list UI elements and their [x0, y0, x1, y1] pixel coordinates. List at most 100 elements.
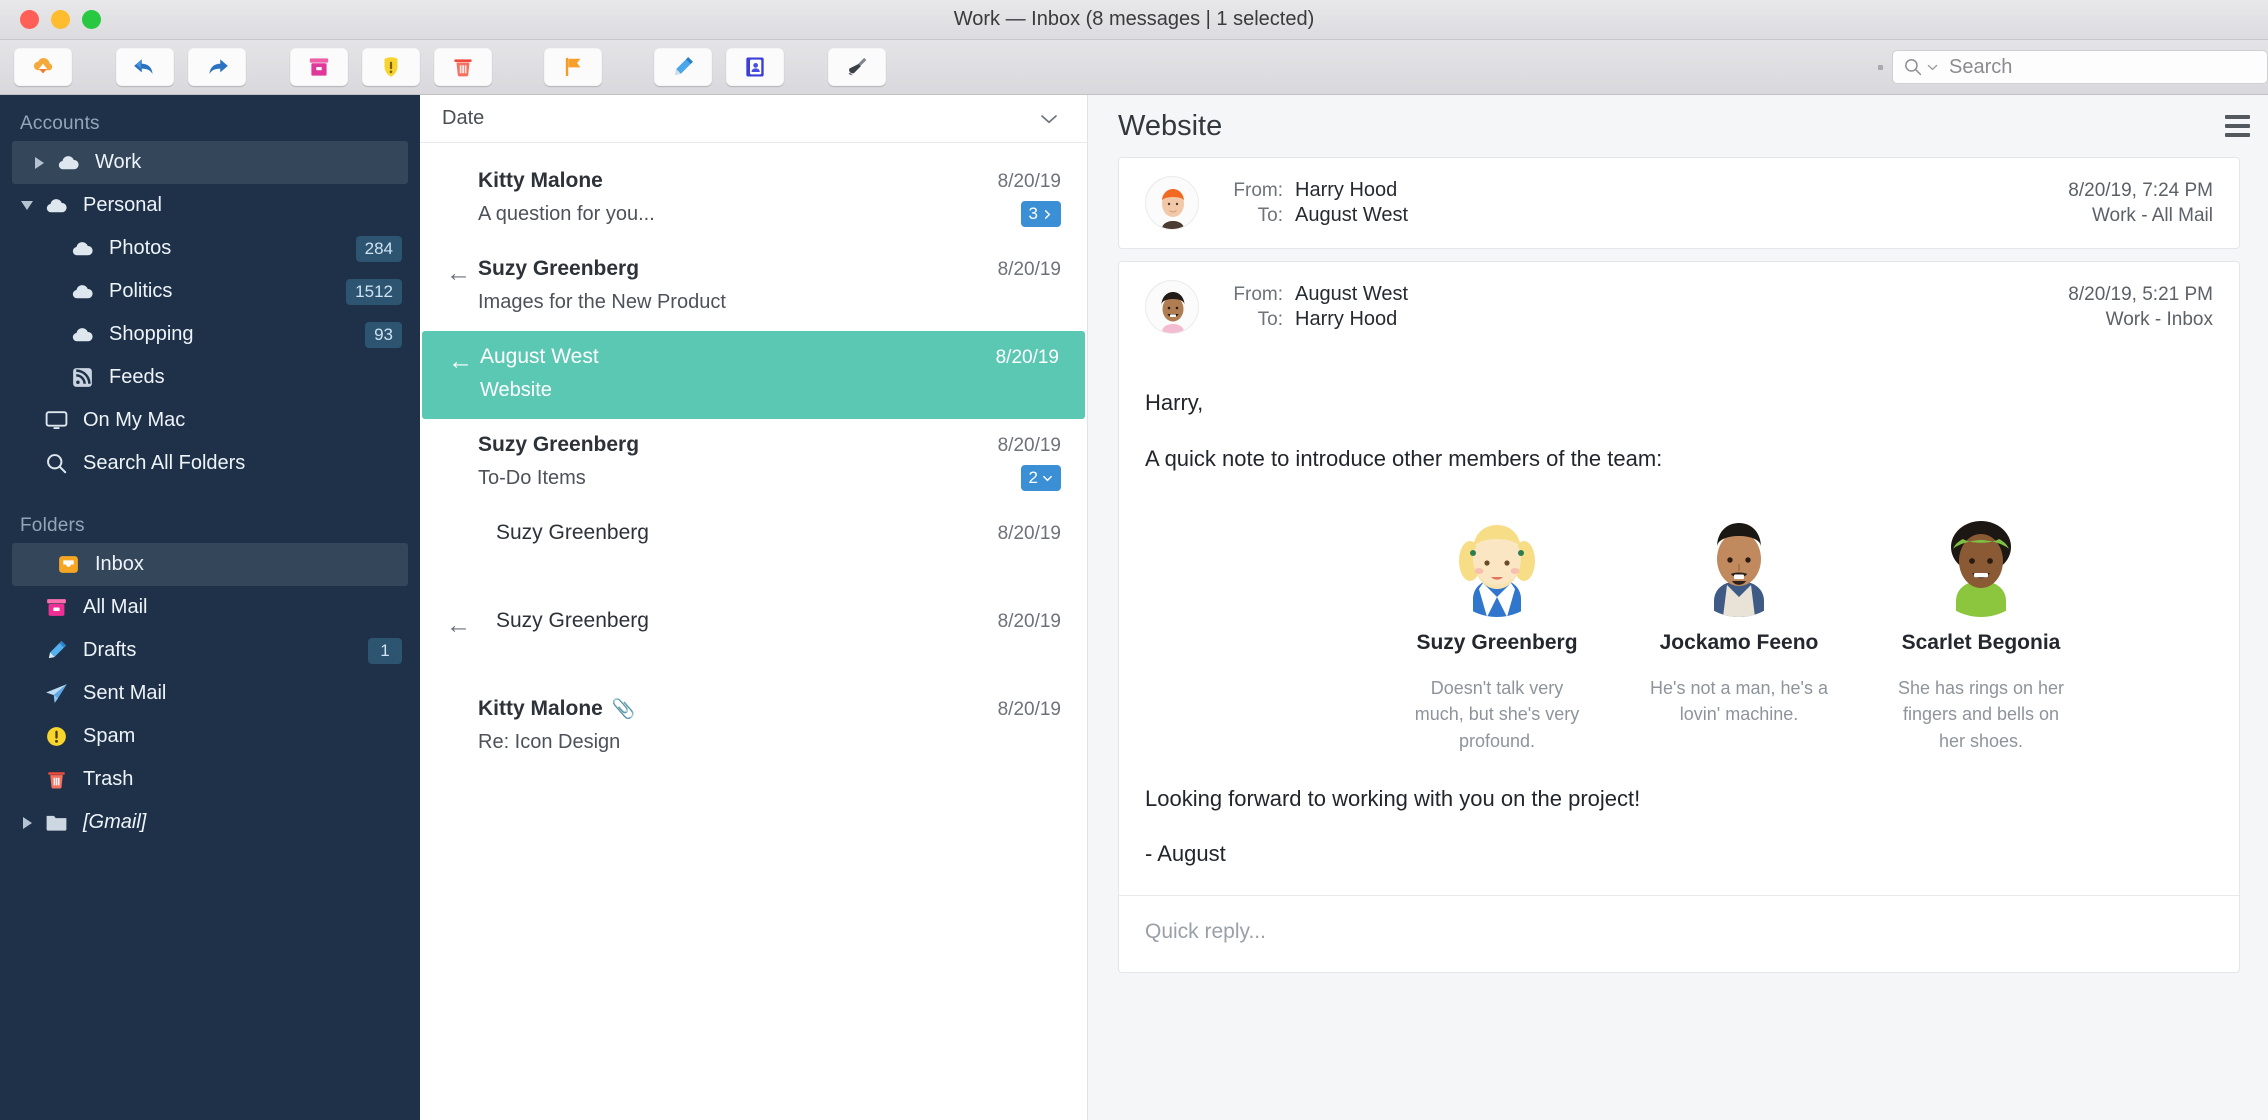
delete-button[interactable]	[434, 48, 492, 86]
chevron-down-icon[interactable]	[1927, 62, 1938, 73]
toolbar-overflow-dot[interactable]	[1878, 64, 1883, 70]
address-book-icon	[746, 57, 764, 77]
twisty[interactable]	[26, 156, 52, 169]
message-list-item[interactable]: Suzy Greenberg 8/20/19 To-Do Items 2	[420, 419, 1087, 507]
message-bottom-row	[496, 553, 1061, 579]
sidebar-item-label: On My Mac	[83, 409, 186, 431]
message-list-item[interactable]: Kitty Malone 8/20/19 A question for you.…	[420, 155, 1087, 243]
message-top-row: Suzy Greenberg 8/20/19	[496, 521, 1061, 545]
message-date: 8/20/19	[997, 171, 1061, 192]
sidebar-item-drafts[interactable]: Drafts 1	[0, 629, 420, 672]
sidebar-item-gmail[interactable]: [Gmail]	[0, 801, 420, 844]
message-mailbox: Work - Inbox	[2105, 308, 2213, 330]
archive-button[interactable]	[290, 48, 348, 86]
compose-button[interactable]	[654, 48, 712, 86]
jockamo-avatar	[1685, 509, 1793, 618]
sidebar-item-label: Feeds	[109, 366, 165, 388]
from-label: From:	[1233, 180, 1283, 201]
sidebar-item-spam[interactable]: Spam	[0, 715, 420, 758]
get-mail-button[interactable]	[14, 48, 72, 86]
cleanup-button[interactable]	[828, 48, 886, 86]
sidebar-item-label: Inbox	[95, 553, 144, 575]
chevron-right-icon[interactable]	[1042, 209, 1053, 220]
from-value[interactable]: Harry Hood	[1295, 179, 1397, 202]
message-list-item[interactable]: ← Suzy Greenberg 8/20/19	[420, 595, 1087, 683]
close-window-button[interactable]	[20, 10, 39, 29]
reply-all-button[interactable]	[116, 48, 174, 86]
reading-pane-header: Website	[1088, 95, 2268, 157]
chevron-right-icon[interactable]	[22, 816, 32, 829]
message-sender: Kitty Malone	[478, 169, 603, 192]
sidebar-item-label: Work	[95, 151, 142, 173]
chevron-down-icon[interactable]	[1042, 473, 1053, 484]
trash-icon	[40, 767, 72, 792]
sidebar-item-politics[interactable]: Politics 1512	[0, 270, 420, 313]
message-meta: 8/20/19, 7:24 PM Work - All Mail	[2068, 177, 2213, 230]
message-fields: From: Harry Hood To: August West	[1221, 177, 1408, 229]
from-value[interactable]: August West	[1295, 283, 1408, 306]
thread-count-badge[interactable]: 3	[1020, 201, 1061, 227]
sidebar-item-work[interactable]: Work	[12, 141, 408, 184]
sidebar-item-label: Photos	[109, 237, 172, 259]
contacts-button[interactable]	[726, 48, 784, 86]
thread-count-badge[interactable]: 2	[1020, 465, 1061, 491]
message-bottom-row: To-Do Items 2	[478, 465, 1061, 491]
to-value[interactable]: August West	[1295, 204, 1408, 227]
sidebar-item-on-my-mac[interactable]: On My Mac	[0, 399, 420, 442]
twisty[interactable]	[14, 816, 40, 829]
message-list-item[interactable]: Kitty Malone 📎 8/20/19 Re: Icon Design	[420, 683, 1087, 771]
cloud-icon	[66, 279, 98, 304]
team-member-name: Jockamo Feeno	[1659, 631, 1819, 655]
forward-button[interactable]	[188, 48, 246, 86]
junk-button[interactable]	[362, 48, 420, 86]
to-value[interactable]: Harry Hood	[1295, 308, 1397, 331]
sidebar-item-label: Drafts	[83, 639, 137, 661]
conversation-scroll[interactable]: From: Harry Hood To: August West 8/20/19…	[1088, 157, 2268, 1120]
page-title: Website	[1118, 109, 1223, 142]
message-list-header[interactable]: Date	[420, 95, 1087, 143]
unread-badge: 284	[355, 235, 402, 262]
message-summary: August West 8/20/19 Website	[480, 345, 1059, 403]
cloud-icon	[40, 193, 72, 218]
message-top-row: August West 8/20/19	[480, 345, 1059, 369]
sidebar-item-feeds[interactable]: Feeds	[0, 356, 420, 399]
hamburger-icon[interactable]	[2225, 115, 2250, 137]
message-header[interactable]: From: August West To: Harry Hood 8/20/19…	[1119, 262, 2239, 352]
search-icon	[1905, 59, 1922, 76]
unread-badge: 1	[368, 637, 402, 664]
message-date: 8/20/19	[997, 523, 1061, 544]
sidebar-item-personal[interactable]: Personal	[0, 184, 420, 227]
search-input[interactable]: Search	[1892, 50, 2268, 84]
sidebar-item-trash[interactable]: Trash	[0, 758, 420, 801]
trash-icon	[454, 59, 472, 77]
flag-button[interactable]	[544, 48, 602, 86]
minimize-window-button[interactable]	[51, 10, 70, 29]
sidebar-item-all-mail[interactable]: All Mail	[0, 586, 420, 629]
accounts-list: Work Personal Photos 284 Politics 1512 S…	[0, 141, 420, 485]
message-list-item[interactable]: Suzy Greenberg 8/20/19	[420, 507, 1087, 595]
message-date: 8/20/19	[997, 435, 1061, 456]
team-member-name: Suzy Greenberg	[1416, 631, 1578, 655]
message-summary: Suzy Greenberg 8/20/19	[478, 609, 1061, 667]
chevron-right-icon[interactable]	[34, 156, 44, 169]
message-list-item[interactable]: ← Suzy Greenberg 8/20/19 Images for the …	[420, 243, 1087, 331]
sidebar-item-search-all-folders[interactable]: Search All Folders	[0, 442, 420, 485]
chevron-down-icon[interactable]	[1039, 112, 1059, 126]
message-card-collapsed[interactable]: From: Harry Hood To: August West 8/20/19…	[1118, 157, 2240, 249]
spam-icon	[40, 724, 72, 749]
archive-box-icon	[309, 58, 329, 76]
message-list-item[interactable]: ← August West 8/20/19 Website	[422, 331, 1085, 419]
team-member-cards: Suzy Greenberg Doesn't talk very much, b…	[1145, 509, 2213, 753]
sidebar-item-inbox[interactable]: Inbox	[12, 543, 408, 586]
sidebar-item-shopping[interactable]: Shopping 93	[0, 313, 420, 356]
zoom-window-button[interactable]	[82, 10, 101, 29]
quick-reply-input[interactable]: Quick reply...	[1119, 896, 2239, 972]
to-label: To:	[1257, 205, 1283, 226]
sidebar-item-photos[interactable]: Photos 284	[0, 227, 420, 270]
twisty[interactable]	[14, 201, 40, 210]
chevron-down-icon[interactable]	[21, 201, 33, 210]
cloud-download-icon	[33, 58, 53, 74]
sidebar-item-sent-mail[interactable]: Sent Mail	[0, 672, 420, 715]
